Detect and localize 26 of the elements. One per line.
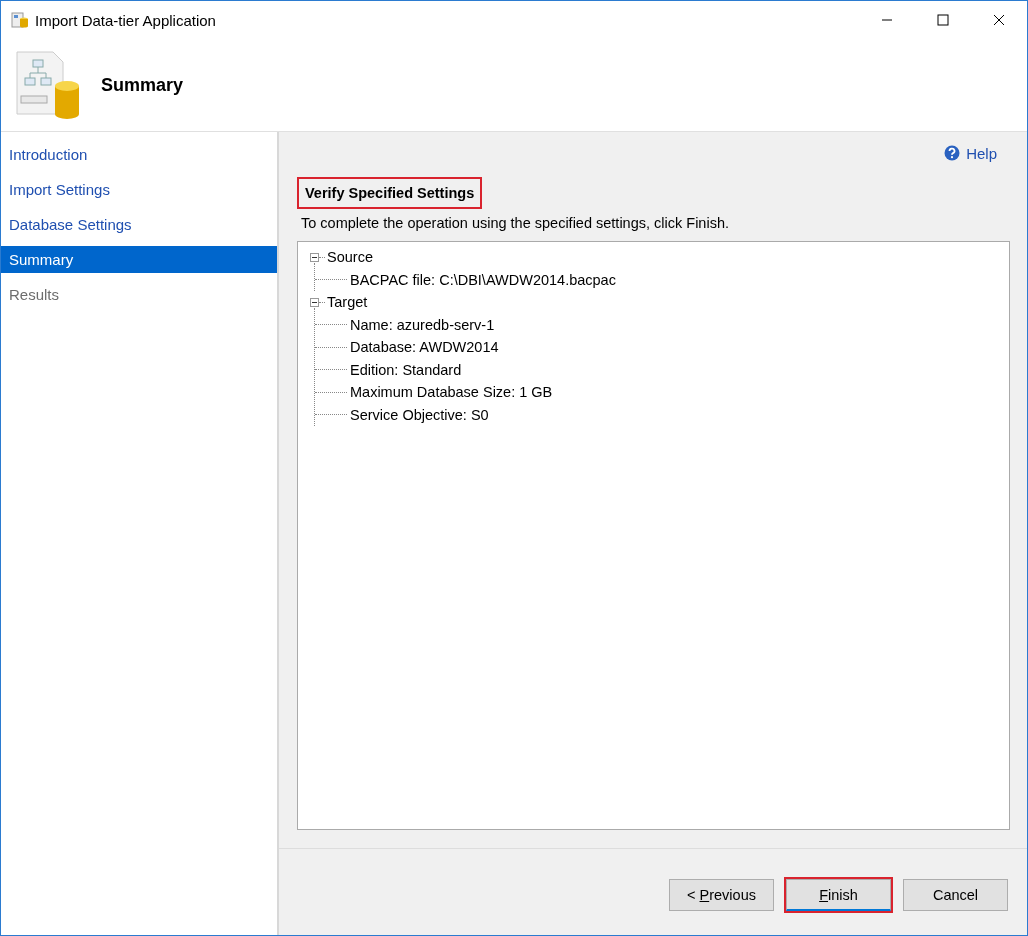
maximize-icon[interactable]: [937, 14, 949, 26]
window-title: Import Data-tier Application: [35, 11, 216, 29]
help-icon: [944, 145, 961, 161]
wizard-button[interactable]: Finish: [786, 879, 891, 911]
wizard-button[interactable]: < Previous: [669, 879, 774, 911]
tree-item: Maximum Database Size: 1 GB: [350, 384, 553, 401]
close-icon[interactable]: [993, 14, 1005, 26]
tree-item: BACPAC file: C:\DBI\AWDW2014.bacpac: [350, 271, 616, 288]
tree-item: Edition: Standard: [350, 361, 462, 378]
collapse-icon[interactable]: [310, 252, 319, 262]
tree-item: Target: [327, 294, 368, 311]
database-diagram-icon: [11, 11, 29, 29]
tree-item: Database: AWDW2014: [350, 339, 499, 356]
tree-item: Service Objective: S0: [350, 406, 489, 423]
page-title: Summary: [101, 74, 184, 96]
instruction-text: To complete the operation using the specified settings, click Finish.: [301, 215, 730, 231]
sidebar-item[interactable]: Database Settings: [1, 207, 277, 242]
sidebar-item[interactable]: Introduction: [1, 137, 277, 172]
help-link[interactable]: Help: [944, 138, 997, 168]
collapse-icon[interactable]: [310, 297, 319, 307]
tree-item: Name: azuredb-serv-1: [350, 316, 495, 333]
section-heading: Verify Specified Settings: [297, 177, 483, 209]
tree-item: Source: [327, 249, 373, 266]
sidebar-item[interactable]: Summary: [1, 246, 277, 273]
wizard-button[interactable]: Cancel: [903, 879, 1008, 911]
sidebar-item[interactable]: Import Settings: [1, 172, 277, 207]
